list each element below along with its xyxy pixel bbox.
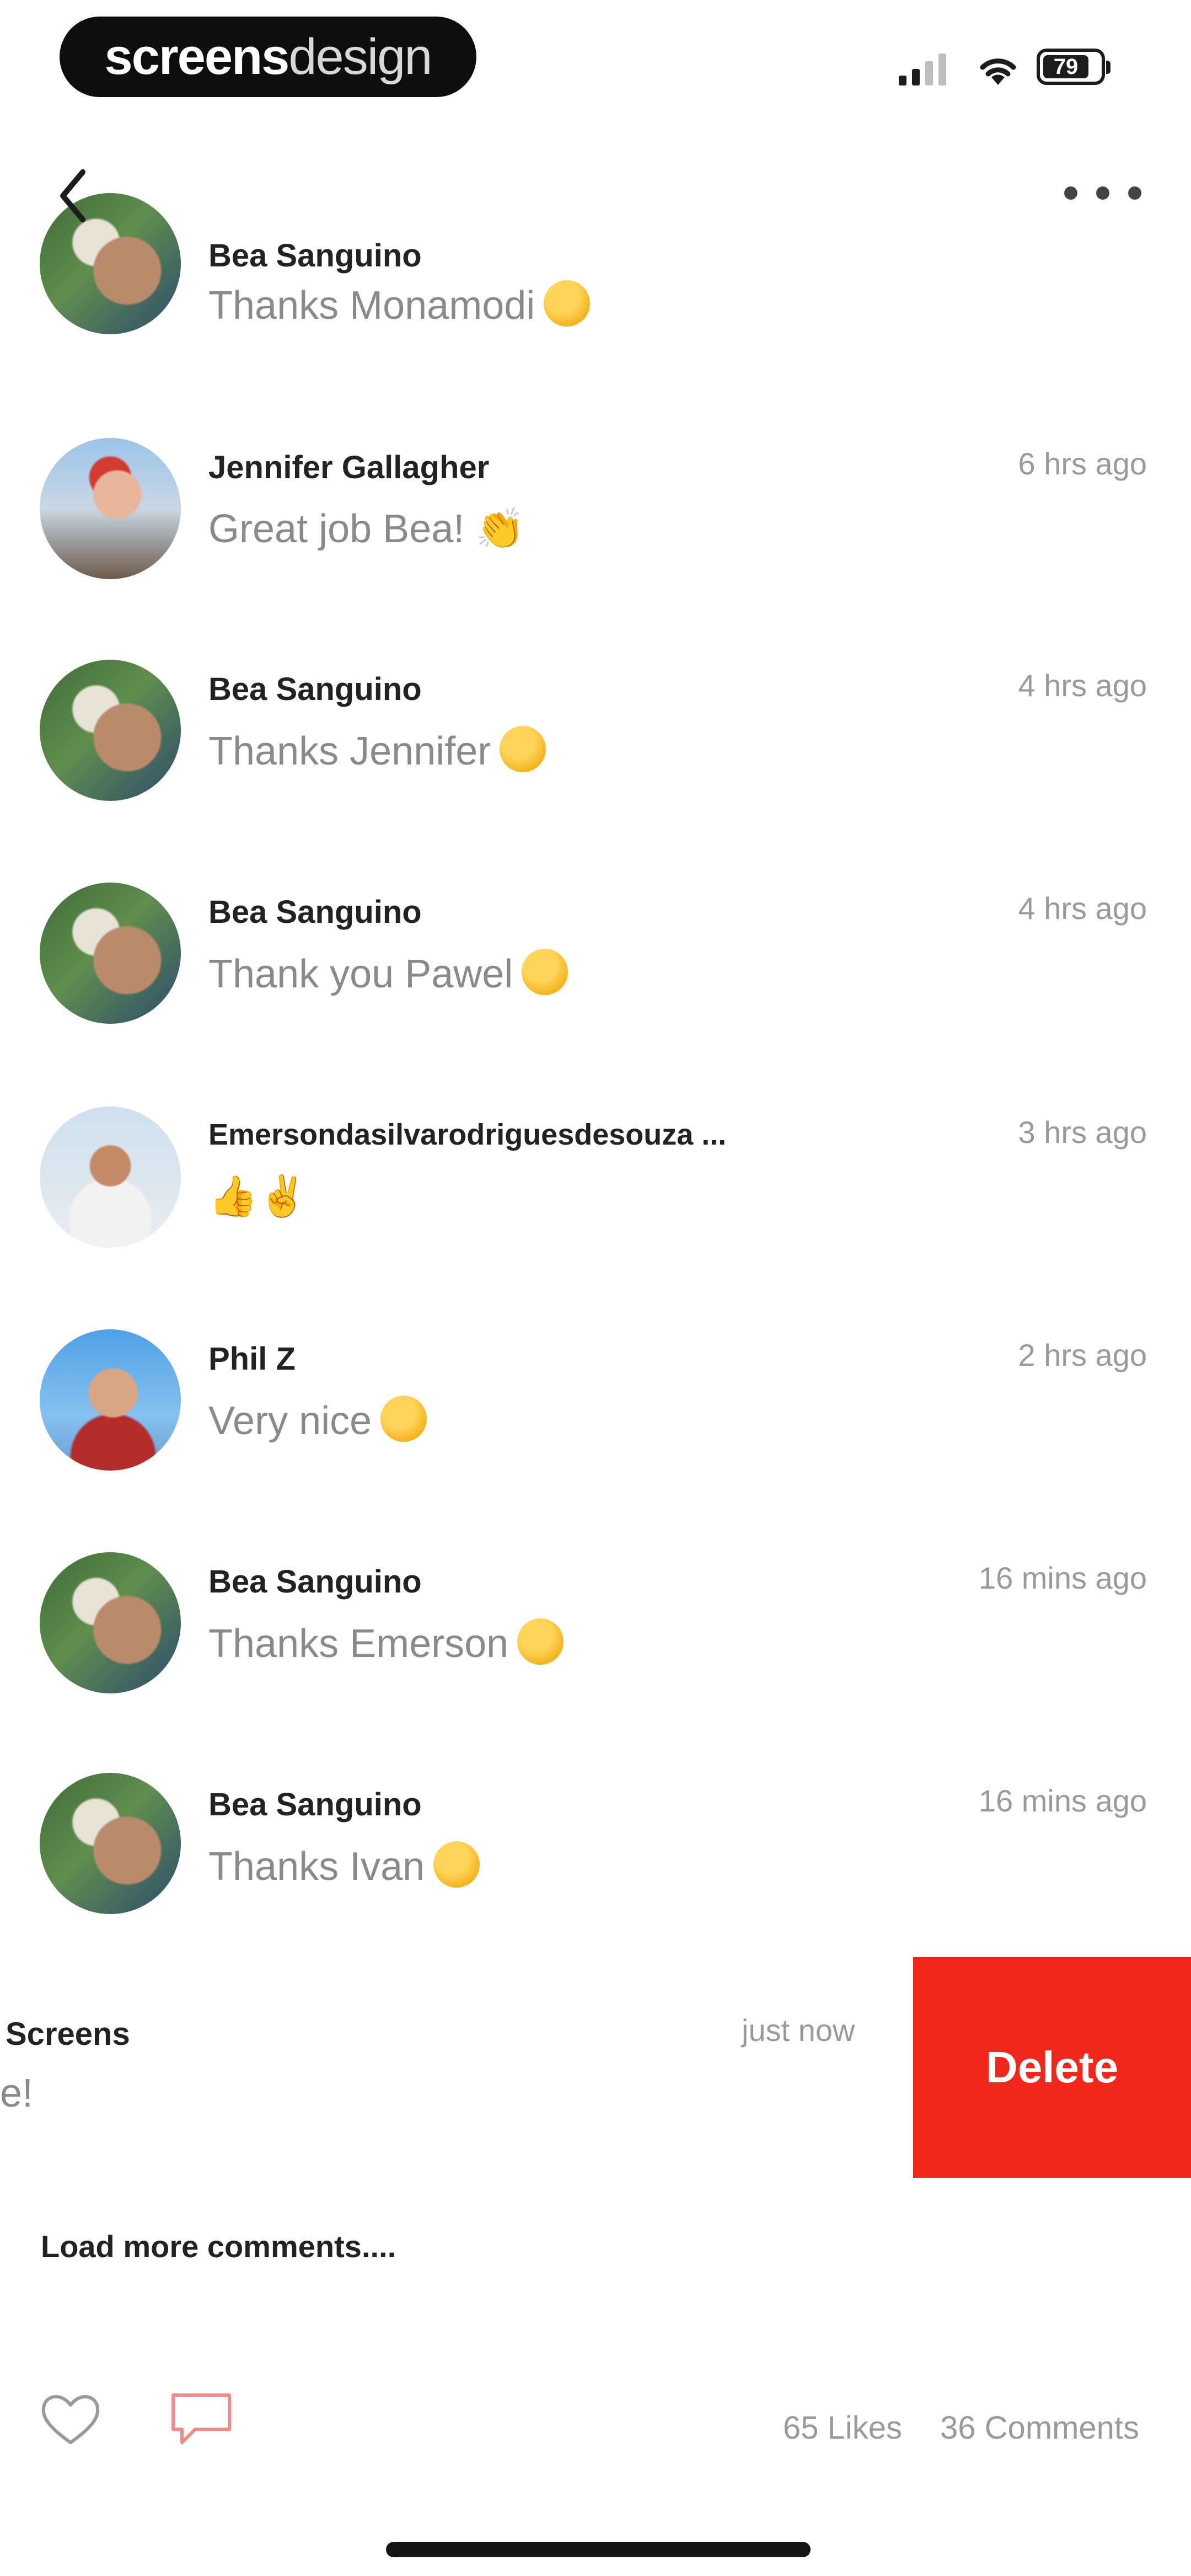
avatar[interactable] (40, 1552, 181, 1693)
list-item[interactable]: Bea Sanguino Thank you Pawel 4 hrs ago (0, 883, 1191, 1103)
heart-icon (41, 2395, 100, 2444)
comment-text: Thanks Emerson (208, 1618, 564, 1666)
comment-text: Thanks Ivan (208, 1841, 480, 1889)
smile-emoji-icon (433, 1841, 480, 1888)
chevron-left-icon (60, 169, 85, 222)
comment-author[interactable]: Bea Sanguino (208, 1786, 422, 1823)
comment-bubble-icon (171, 2393, 231, 2444)
smile-emoji-icon (517, 1618, 564, 1665)
comment-time: 4 hrs ago (1018, 668, 1147, 703)
avatar[interactable] (40, 1329, 181, 1471)
smile-emoji-icon (380, 1396, 427, 1442)
avatar[interactable] (40, 883, 181, 1024)
comment-time: 6 hrs ago (1018, 446, 1147, 481)
list-item[interactable]: Jennifer Gallagher Great job Bea! 👏 6 hr… (0, 438, 1191, 659)
comment-text: Thanks Monamodi (208, 280, 591, 328)
avatar[interactable] (40, 1773, 181, 1914)
comment-text: Thank you Pawel (208, 949, 568, 997)
comment-author[interactable]: Jennifer Gallagher (208, 449, 489, 486)
comment-list: Bea Sanguino Thanks Monamodi Jennifer Ga… (0, 0, 1191, 1920)
comment-author[interactable]: Bea Sanguino (208, 671, 422, 708)
smile-emoji-icon (500, 726, 546, 772)
comment-text: Thanks Jennifer (208, 726, 546, 774)
avatar[interactable] (40, 438, 181, 579)
more-options-button[interactable] (1064, 177, 1141, 210)
comment-button[interactable] (165, 2388, 237, 2449)
comment-time: 3 hrs ago (1018, 1115, 1147, 1150)
list-item[interactable]: Emersondasilvarodriguesdesouza ... 👍✌️ 3… (0, 1107, 1191, 1327)
list-item[interactable]: Bea Sanguino Thanks Jennifer 4 hrs ago (0, 660, 1191, 880)
more-horizontal-icon (1064, 186, 1077, 200)
comment-author[interactable]: Screens (6, 2016, 130, 2053)
comment-time: just now (742, 2013, 855, 2048)
comment-author[interactable]: Emersondasilvarodriguesdesouza ... (208, 1118, 726, 1152)
comment-author[interactable]: Bea Sanguino (208, 1563, 422, 1600)
comment-time: 4 hrs ago (1018, 891, 1147, 926)
like-button[interactable] (37, 2388, 104, 2449)
comment-text: Very nice (208, 1396, 427, 1444)
swiped-comment-row[interactable]: Screens e! just now Delete (0, 1957, 1191, 2178)
comment-author[interactable]: Bea Sanguino (208, 894, 422, 931)
list-item[interactable]: Bea Sanguino Thanks Monamodi (0, 193, 1191, 414)
comment-text: 👍✌️ (208, 1174, 308, 1218)
avatar[interactable] (40, 1107, 181, 1248)
smile-emoji-icon (522, 949, 568, 995)
list-item[interactable]: Bea Sanguino Thanks Ivan 16 mins ago (0, 1773, 1191, 1920)
delete-button[interactable]: Delete (913, 1957, 1191, 2178)
comment-author[interactable]: Phil Z (208, 1340, 296, 1377)
comment-author[interactable]: Bea Sanguino (208, 237, 422, 274)
smile-emoji-icon (544, 280, 591, 327)
comment-time: 16 mins ago (978, 1783, 1147, 1818)
comment-text: e! (0, 2071, 34, 2115)
comments-count[interactable]: 36 Comments (940, 2409, 1139, 2446)
back-button[interactable] (44, 160, 99, 232)
home-indicator[interactable] (386, 2542, 811, 2557)
comment-time: 2 hrs ago (1018, 1338, 1147, 1372)
load-more-comments-link[interactable]: Load more comments.... (41, 2228, 396, 2264)
comment-text: Great job Bea! 👏 (208, 507, 525, 551)
list-item[interactable]: Bea Sanguino Thanks Emerson 16 mins ago (0, 1552, 1191, 1773)
avatar[interactable] (40, 660, 181, 801)
comment-time: 16 mins ago (978, 1560, 1147, 1595)
likes-count[interactable]: 65 Likes (783, 2409, 902, 2446)
list-item[interactable]: Phil Z Very nice 2 hrs ago (0, 1329, 1191, 1550)
